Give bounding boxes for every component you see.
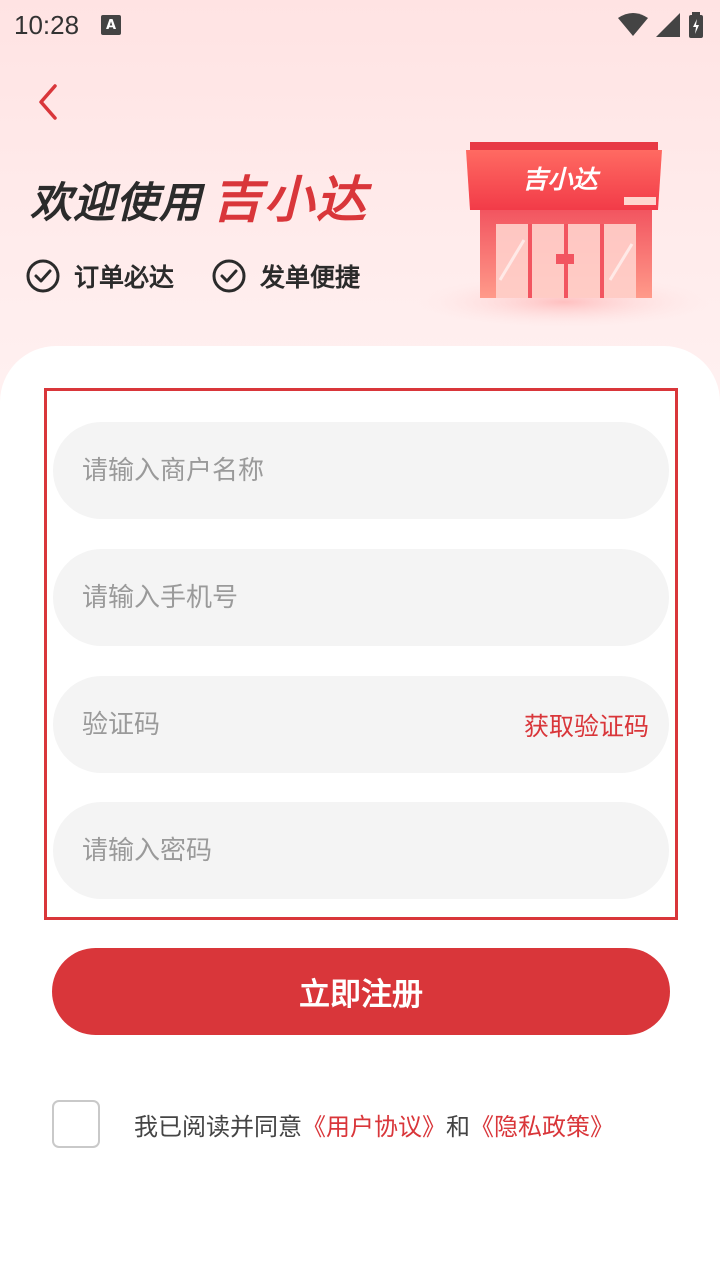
- feature-list: 订单必达 发单便捷: [26, 258, 360, 294]
- register-button[interactable]: 立即注册: [52, 948, 670, 1035]
- signal-icon: [656, 13, 680, 37]
- privacy-policy-link[interactable]: 《隐私政策》: [470, 1113, 614, 1141]
- agreement-text: 我已阅读并同意《用户协议》和《隐私政策》: [134, 1107, 614, 1142]
- store-sign-text: 吉小达: [522, 165, 601, 194]
- check-circle-icon: [212, 259, 246, 293]
- agreement-prefix: 我已阅读并同意: [134, 1112, 302, 1141]
- notification-icon: A: [101, 15, 122, 35]
- feature-item: 订单必达: [26, 258, 174, 294]
- password-input[interactable]: [82, 835, 649, 866]
- merchant-name-field[interactable]: [53, 422, 669, 519]
- check-circle-icon: [26, 259, 60, 293]
- phone-field[interactable]: [53, 549, 669, 646]
- verification-code-input[interactable]: [82, 709, 524, 740]
- status-bar: 10:28 A: [0, 0, 720, 50]
- user-agreement-link[interactable]: 《用户协议》: [302, 1113, 446, 1141]
- verification-code-field[interactable]: 获取验证码: [53, 676, 669, 773]
- agreement-row: 我已阅读并同意《用户协议》和《隐私政策》: [52, 1100, 614, 1148]
- agreement-checkbox[interactable]: [52, 1100, 100, 1148]
- phone-input[interactable]: [82, 582, 649, 613]
- store-illustration: 吉小达: [418, 142, 710, 328]
- feature-label: 发单便捷: [260, 263, 361, 292]
- feature-item: 发单便捷: [212, 258, 360, 294]
- merchant-name-input[interactable]: [82, 455, 649, 486]
- brand-name: 吉小达: [212, 171, 369, 229]
- back-button[interactable]: [24, 76, 72, 128]
- battery-icon: [689, 12, 703, 38]
- welcome-title: 欢迎使用 吉小达: [30, 160, 368, 230]
- chevron-left-icon: [39, 84, 57, 120]
- get-code-button[interactable]: 获取验证码: [524, 707, 649, 743]
- agreement-conjunction: 和: [446, 1112, 470, 1141]
- status-time: 10:28: [14, 9, 80, 40]
- password-field[interactable]: [53, 802, 669, 899]
- wifi-icon: [618, 13, 648, 36]
- welcome-text: 欢迎使用: [30, 178, 203, 227]
- feature-label: 订单必达: [74, 263, 175, 292]
